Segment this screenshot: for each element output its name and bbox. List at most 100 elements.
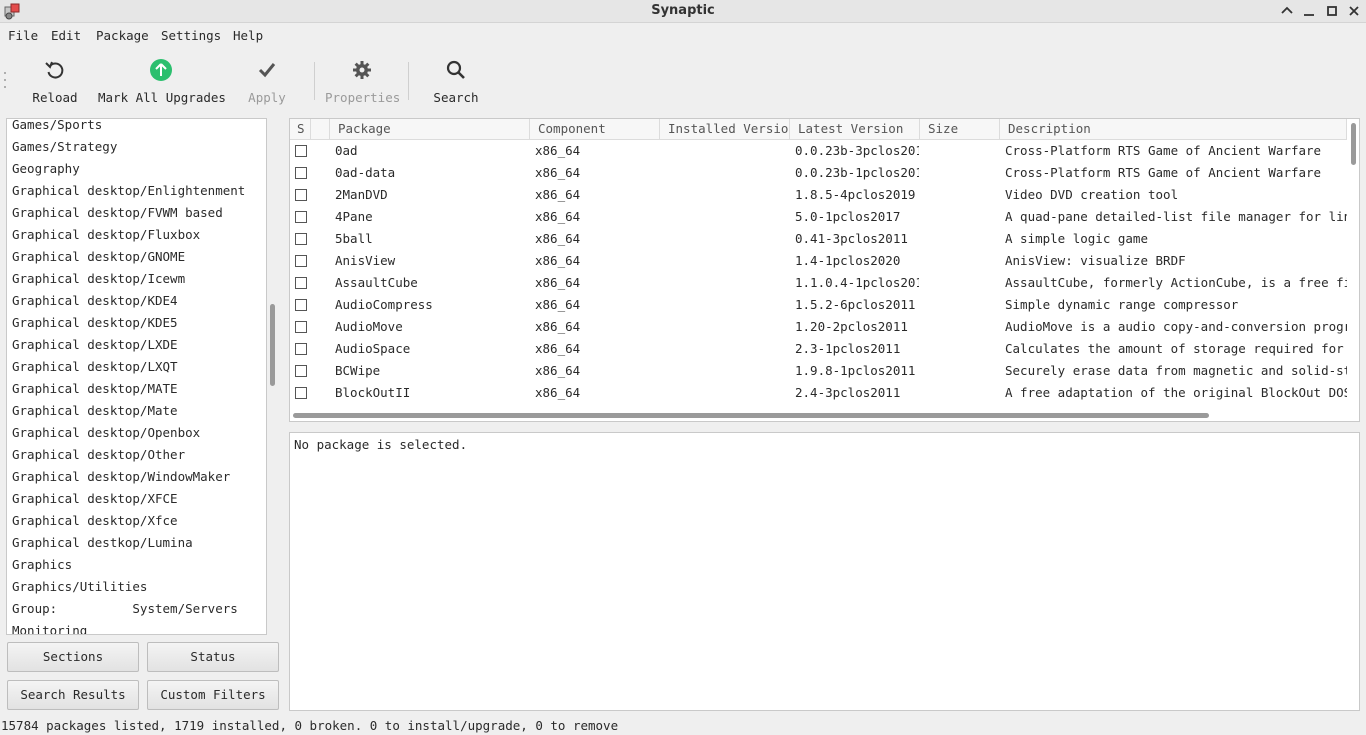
search-button[interactable]: Search xyxy=(431,58,481,105)
package-checkbox[interactable] xyxy=(295,321,307,333)
custom-filters-button[interactable]: Custom Filters xyxy=(147,680,279,710)
minimize-icon[interactable] xyxy=(1301,3,1317,19)
section-item[interactable]: Graphical destkop/Lumina xyxy=(12,532,193,554)
menu-file[interactable]: File xyxy=(8,28,38,43)
section-item[interactable]: Graphical desktop/Icewm xyxy=(12,268,185,290)
package-list-horizontal-scrollbar[interactable] xyxy=(290,409,1347,421)
package-latest-version: 1.9.8-1pclos2011 xyxy=(795,363,916,378)
status-button[interactable]: Status xyxy=(147,642,279,672)
sections-list[interactable]: Games/Sports Games/Strategy Geography Gr… xyxy=(6,118,267,635)
table-row[interactable]: AudioMove x86_64 1.20-2pclos2011 AudioMo… xyxy=(290,316,1347,338)
checkmark-icon xyxy=(255,58,279,82)
package-name: BCWipe xyxy=(335,363,381,378)
package-checkbox[interactable] xyxy=(295,211,307,223)
sections-scrollbar-thumb[interactable] xyxy=(270,304,275,386)
table-row[interactable]: BCWipe x86_64 1.9.8-1pclos2011 Securely … xyxy=(290,360,1347,382)
toolbar: Reload Mark All Upgrades Apply Propertie… xyxy=(0,48,1366,110)
menu-settings[interactable]: Settings xyxy=(161,28,221,43)
package-size xyxy=(925,272,995,294)
toolbar-grip-icon[interactable] xyxy=(3,70,7,90)
section-item[interactable]: Graphical desktop/LXDE xyxy=(12,334,178,356)
package-size xyxy=(925,316,995,338)
package-checkbox[interactable] xyxy=(295,343,307,355)
package-checkbox[interactable] xyxy=(295,299,307,311)
section-item[interactable]: Games/Sports xyxy=(12,119,102,136)
section-item[interactable]: Geography xyxy=(12,158,80,180)
package-checkbox[interactable] xyxy=(295,387,307,399)
table-row[interactable]: AudioCompress x86_64 1.5.2-6pclos2011 Si… xyxy=(290,294,1347,316)
table-row[interactable]: AnisView x86_64 1.4-1pclos2020 AnisView:… xyxy=(290,250,1347,272)
menu-edit[interactable]: Edit xyxy=(51,28,81,43)
package-checkbox[interactable] xyxy=(295,167,307,179)
section-item[interactable]: Graphical desktop/GNOME xyxy=(12,246,185,268)
section-item[interactable]: Graphical desktop/Openbox xyxy=(12,422,200,444)
package-list[interactable]: S Package Component Installed Version La… xyxy=(289,118,1360,422)
package-component: x86_64 xyxy=(535,231,581,246)
section-item[interactable]: Graphics/Utilities xyxy=(12,576,147,598)
column-header-size[interactable]: Size xyxy=(920,119,1000,140)
apply-button[interactable]: Apply xyxy=(245,58,289,105)
package-checkbox[interactable] xyxy=(295,277,307,289)
package-installed-version xyxy=(665,140,785,162)
column-header-description[interactable]: Description xyxy=(1000,119,1347,140)
package-description: Simple dynamic range compressor xyxy=(1005,297,1239,312)
section-item[interactable]: Graphical desktop/WindowMaker xyxy=(12,466,230,488)
menu-package[interactable]: Package xyxy=(96,28,149,43)
column-header-latest-version[interactable]: Latest Version xyxy=(790,119,920,140)
table-row[interactable]: 5ball x86_64 0.41-3pclos2011 A simple lo… xyxy=(290,228,1347,250)
column-header-component[interactable]: Component xyxy=(530,119,660,140)
package-name: 0ad-data xyxy=(335,165,396,180)
package-latest-version: 1.20-2pclos2011 xyxy=(795,319,908,334)
package-checkbox[interactable] xyxy=(295,189,307,201)
properties-button[interactable]: Properties xyxy=(325,58,400,105)
column-header-installed-version[interactable]: Installed Version xyxy=(660,119,790,140)
section-item[interactable]: Graphics xyxy=(12,554,72,576)
maximize-icon[interactable] xyxy=(1324,3,1340,19)
column-header-package[interactable]: Package xyxy=(330,119,530,140)
table-row[interactable]: AssaultCube x86_64 1.1.0.4-1pclos2012 As… xyxy=(290,272,1347,294)
section-item[interactable]: Games/Strategy xyxy=(12,136,117,158)
column-header-status[interactable]: S xyxy=(290,119,311,140)
section-item[interactable]: Graphical desktop/Other xyxy=(12,444,185,466)
menu-help[interactable]: Help xyxy=(233,28,263,43)
package-description: A quad-pane detailed-list file manager f… xyxy=(1005,209,1347,224)
mark-all-upgrades-button[interactable]: Mark All Upgrades xyxy=(98,58,226,105)
mark-all-upgrades-label: Mark All Upgrades xyxy=(98,90,226,105)
column-header-icon[interactable] xyxy=(311,119,330,140)
search-results-button[interactable]: Search Results xyxy=(7,680,139,710)
section-item[interactable]: Group: System/Servers xyxy=(12,598,238,620)
section-item[interactable]: Graphical desktop/Enlightenment xyxy=(12,180,245,202)
package-checkbox[interactable] xyxy=(295,233,307,245)
sections-button[interactable]: Sections xyxy=(7,642,139,672)
section-item[interactable]: Graphical desktop/XFCE xyxy=(12,488,178,510)
package-checkbox[interactable] xyxy=(295,255,307,267)
package-name: AnisView xyxy=(335,253,396,268)
section-item[interactable]: Graphical desktop/LXQT xyxy=(12,356,178,378)
minimize-chevron-icon[interactable] xyxy=(1279,3,1295,19)
section-item[interactable]: Graphical desktop/Mate xyxy=(12,400,178,422)
search-label: Search xyxy=(433,90,479,105)
section-item[interactable]: Monitoring xyxy=(12,620,87,634)
table-row[interactable]: AudioSpace x86_64 2.3-1pclos2011 Calcula… xyxy=(290,338,1347,360)
table-row[interactable]: BlockOutII x86_64 2.4-3pclos2011 A free … xyxy=(290,382,1347,404)
table-row[interactable]: 0ad x86_64 0.0.23b-3pclos2019 Cross-Plat… xyxy=(290,140,1347,162)
close-icon[interactable] xyxy=(1346,3,1362,19)
section-item[interactable]: Graphical desktop/KDE5 xyxy=(12,312,178,334)
package-list-vertical-scrollbar[interactable] xyxy=(1347,119,1359,409)
section-item[interactable]: Graphical desktop/MATE xyxy=(12,378,178,400)
package-size xyxy=(925,294,995,316)
package-checkbox[interactable] xyxy=(295,145,307,157)
table-row[interactable]: 2ManDVD x86_64 1.8.5-4pclos2019 Video DV… xyxy=(290,184,1347,206)
table-row[interactable]: 4Pane x86_64 5.0-1pclos2017 A quad-pane … xyxy=(290,206,1347,228)
table-row[interactable]: 0ad-data x86_64 0.0.23b-1pclos2018 Cross… xyxy=(290,162,1347,184)
reload-button[interactable]: Reload xyxy=(30,58,80,105)
section-item[interactable]: Graphical desktop/Xfce xyxy=(12,510,178,532)
section-item[interactable]: Graphical desktop/FVWM based xyxy=(12,202,223,224)
package-list-vertical-scrollbar-thumb[interactable] xyxy=(1351,123,1356,165)
section-item[interactable]: Graphical desktop/Fluxbox xyxy=(12,224,200,246)
sections-scrollbar[interactable] xyxy=(267,118,279,635)
package-list-horizontal-scrollbar-thumb[interactable] xyxy=(293,413,1209,418)
package-latest-version: 2.4-3pclos2011 xyxy=(795,385,901,400)
section-item[interactable]: Graphical desktop/KDE4 xyxy=(12,290,178,312)
package-checkbox[interactable] xyxy=(295,365,307,377)
